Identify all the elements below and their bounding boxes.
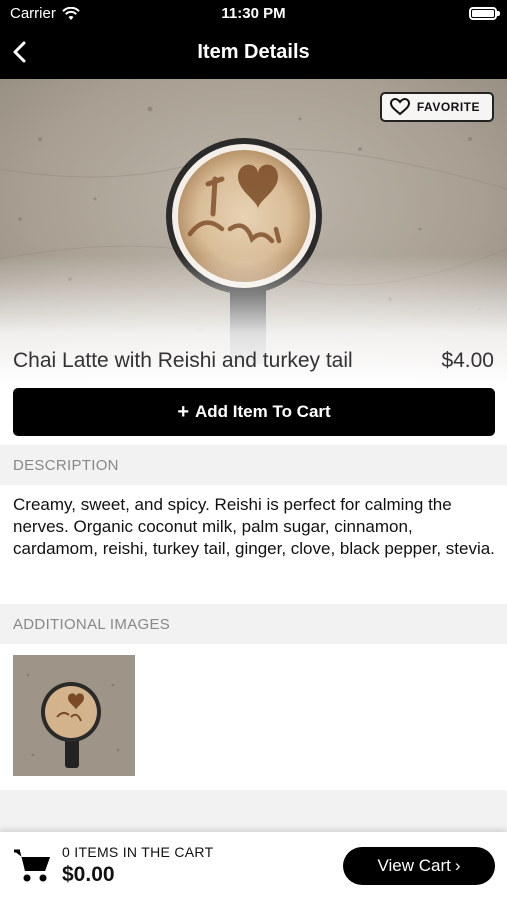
add-to-cart-label: Add Item To Cart [195, 402, 331, 421]
top-bar: Carrier 11:30 PM Item Details [0, 0, 507, 79]
cart-item-count: 0 ITEMS IN THE CART [62, 844, 214, 860]
description-text: Creamy, sweet, and spicy. Reishi is perf… [13, 495, 495, 558]
chevron-right-icon: › [454, 856, 461, 875]
favorite-label: FAVORITE [416, 100, 480, 114]
status-time: 11:30 PM [221, 5, 286, 22]
plus-icon: + [177, 401, 189, 423]
item-price: $4.00 [441, 349, 494, 372]
battery-icon [469, 7, 500, 20]
description-heading: DESCRIPTION [0, 445, 507, 485]
hero-image: FAVORITE [0, 79, 507, 385]
cart-total: $0.00 [62, 863, 115, 886]
heart-icon [389, 98, 410, 116]
view-cart-label: View Cart [377, 856, 451, 875]
view-cart-button[interactable]: View Cart › [343, 847, 495, 885]
item-name: Chai Latte with Reishi and turkey tail [13, 349, 353, 372]
add-to-cart-button[interactable]: + Add Item To Cart [13, 388, 495, 436]
nav-bar: Item Details [0, 28, 507, 79]
additional-images-heading: ADDITIONAL IMAGES [0, 604, 507, 644]
status-bar: Carrier 11:30 PM [0, 0, 507, 28]
latte-thumbnail-photo [13, 655, 135, 776]
additional-image-thumbnail[interactable] [13, 655, 135, 776]
cart-bar: 0 ITEMS IN THE CART $0.00 View Cart › [0, 832, 507, 900]
shopping-cart-icon[interactable] [13, 848, 51, 884]
spacer-section [0, 790, 507, 832]
favorite-button[interactable]: FAVORITE [379, 92, 494, 122]
item-title-row: Chai Latte with Reishi and turkey tail $… [13, 345, 494, 377]
page-title: Item Details [197, 41, 310, 63]
